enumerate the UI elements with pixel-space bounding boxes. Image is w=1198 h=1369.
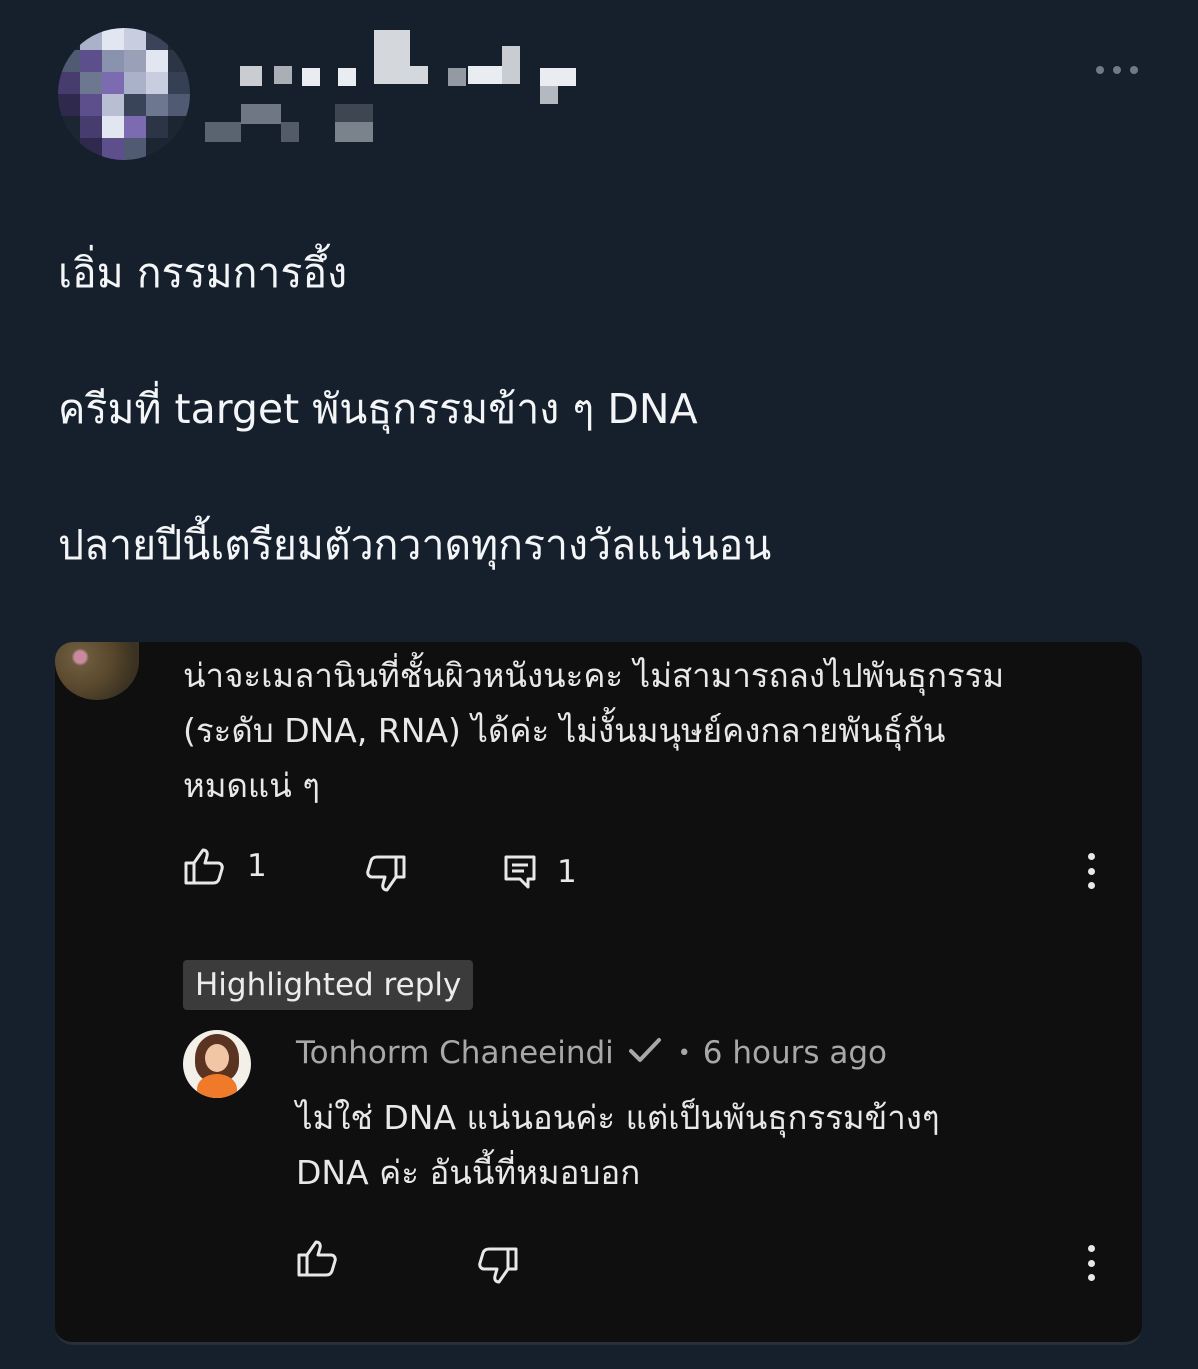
reply-line-1: ไม่ใช่ DNA แน่นอนค่ะ แต่เป็นพันธุกรรมข้า… <box>296 1098 940 1137</box>
highlighted-reply-badge: Highlighted reply <box>183 960 474 1010</box>
comment-like-count: 1 <box>247 848 267 884</box>
tweet-text-line-3: ปลายปีนี้เตรียมตัวกวาดทุกรางวัลแน่นอน <box>58 521 772 569</box>
thumbs-down-icon <box>475 1246 519 1286</box>
reply-dislike-button[interactable] <box>475 1246 519 1286</box>
reply-author-avatar[interactable] <box>183 1030 251 1098</box>
tweet-text-line-2: ครีมที่ target พันธุกรรมข้าง ๆ DNA <box>58 385 698 433</box>
reply-comment-icon <box>503 854 537 890</box>
author-name-pixelated[interactable] <box>240 30 580 105</box>
thumbs-up-icon <box>296 1238 340 1278</box>
reply-meta: Tonhorm Chaneeindi • 6 hours ago <box>296 1035 887 1071</box>
author-avatar-pixelated[interactable] <box>58 28 190 160</box>
reply-meta-separator: • <box>677 1040 691 1066</box>
more-options-icon[interactable] <box>1096 58 1138 82</box>
comment-text: น่าจะเมลานินที่ชั้นผิวหนังนะคะ ไม่สามารถ… <box>183 648 1004 813</box>
comment-line-2: (ระดับ DNA, RNA) ได้ค่ะ ไม่งั้นมนุษย์คงก… <box>183 711 946 750</box>
comment-menu-icon[interactable] <box>1086 853 1096 889</box>
reply-like-button[interactable] <box>296 1238 340 1278</box>
tweet-text-line-1: เอิ่ม กรรมการอึ้ง <box>58 249 348 297</box>
comment-line-1: น่าจะเมลานินที่ชั้นผิวหนังนะคะ ไม่สามารถ… <box>183 656 1005 695</box>
comment-dislike-button[interactable] <box>363 854 407 894</box>
commenter-avatar <box>55 642 139 700</box>
reply-timestamp: 6 hours ago <box>702 1035 887 1071</box>
verified-check-icon <box>628 1035 662 1071</box>
reply-line-2: DNA ค่ะ อันนี้ที่หมอบอก <box>296 1153 641 1192</box>
author-handle-pixelated[interactable] <box>205 100 380 145</box>
comment-reply-count: 1 <box>557 854 577 890</box>
thumbs-up-icon <box>183 846 227 886</box>
comment-reply-button[interactable]: 1 <box>503 854 577 890</box>
comment-like-button[interactable]: 1 <box>183 846 267 886</box>
thumbs-down-icon <box>363 854 407 894</box>
comment-line-3: หมดแน่ ๆ <box>183 766 320 805</box>
reply-menu-icon[interactable] <box>1086 1245 1096 1281</box>
attached-screenshot[interactable]: น่าจะเมลานินที่ชั้นผิวหนังนะคะ ไม่สามารถ… <box>55 642 1142 1345</box>
reply-author-name[interactable]: Tonhorm Chaneeindi <box>296 1035 614 1071</box>
reply-text: ไม่ใช่ DNA แน่นอนค่ะ แต่เป็นพันธุกรรมข้า… <box>296 1090 940 1200</box>
